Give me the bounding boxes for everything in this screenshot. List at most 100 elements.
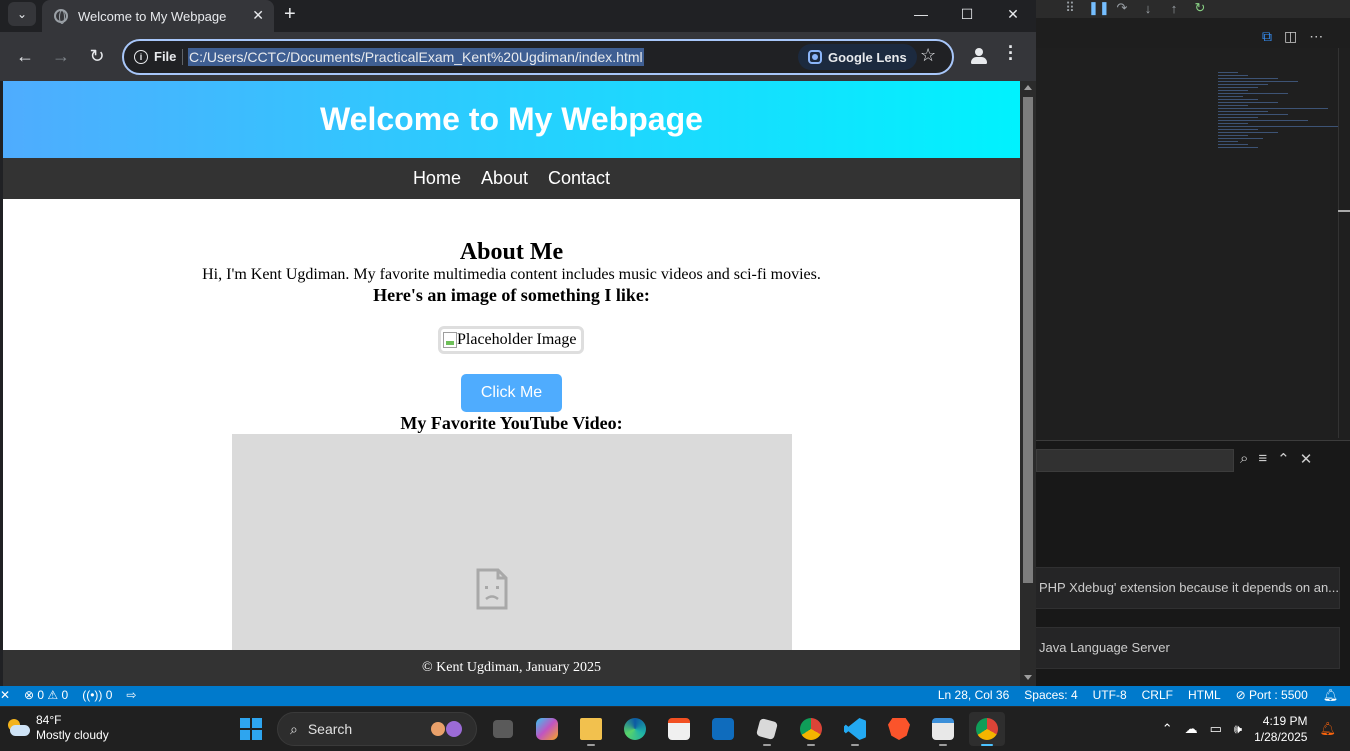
menu-kebab-icon[interactable]: · · · xyxy=(1008,38,1014,68)
scroll-up-arrow-icon[interactable] xyxy=(1024,85,1032,90)
port-label: Port : 5500 xyxy=(1249,688,1308,702)
click-me-button[interactable]: Click Me xyxy=(461,374,562,412)
display-icon[interactable]: ▭ xyxy=(1210,721,1222,737)
live-share-icon[interactable]: ⇨ xyxy=(126,688,136,702)
sad-document-icon xyxy=(476,568,508,610)
panel-actions: ⌕ ≡ ⌃ ✕ xyxy=(1240,450,1312,468)
scheme-label: File xyxy=(154,49,177,64)
weather-condition: Mostly cloudy xyxy=(36,728,109,742)
date: 1/28/2025 xyxy=(1254,730,1308,744)
split-editor-icon[interactable]: ◫ xyxy=(1284,28,1297,45)
drag-handle-icon[interactable]: ⠿ xyxy=(1062,0,1078,16)
error-count: 0 xyxy=(37,688,45,702)
cloudy-weather-icon xyxy=(6,719,30,737)
volume-icon[interactable]: 🕪︎ xyxy=(1234,721,1242,737)
more-actions-icon[interactable]: ⋯ xyxy=(1309,28,1323,45)
close-tab-icon[interactable]: ✕ xyxy=(252,7,264,24)
microsoft-store-icon[interactable] xyxy=(661,712,697,746)
problems-indicator[interactable]: ⊗ 0 ⚠ 0 xyxy=(24,688,68,702)
remote-icon[interactable]: ✕ xyxy=(0,688,10,702)
step-into-icon[interactable]: ↓ xyxy=(1140,1,1156,16)
maximize-icon[interactable]: ☐ xyxy=(944,0,990,28)
site-info-chip[interactable]: i File xyxy=(134,49,176,64)
chrome-icon[interactable] xyxy=(793,712,829,746)
back-arrow-icon[interactable]: ← xyxy=(13,45,37,67)
editor-scrollbar[interactable] xyxy=(1338,48,1350,438)
live-server-port[interactable]: ⊘ Port : 5500 xyxy=(1236,688,1308,702)
edge-icon[interactable] xyxy=(617,712,653,746)
roblox-icon[interactable] xyxy=(749,712,785,746)
tab-search-chevron-icon[interactable]: ⌄ xyxy=(8,2,36,26)
task-view-icon[interactable] xyxy=(485,712,521,746)
scroll-down-arrow-icon[interactable] xyxy=(1024,675,1032,680)
address-bar[interactable]: i File C:/Users/CCTC/Documents/Practical… xyxy=(122,39,954,75)
taskbar-search[interactable]: ⌕ Search xyxy=(277,712,477,746)
minimize-icon[interactable]: — xyxy=(898,0,944,28)
site-nav: Home About Contact xyxy=(3,158,1020,199)
nav-link-home[interactable]: Home xyxy=(413,168,461,189)
ports-indicator[interactable]: ((•)) 0 xyxy=(82,688,112,702)
notification-xdebug[interactable]: PHP Xdebug' extension because it depends… xyxy=(1030,567,1340,609)
scrollbar-thumb[interactable] xyxy=(1023,97,1033,583)
close-window-icon[interactable]: ✕ xyxy=(990,0,1036,28)
copilot-icon[interactable] xyxy=(529,712,565,746)
youtube-embed[interactable] xyxy=(232,434,792,650)
cursor-position[interactable]: Ln 28, Col 36 xyxy=(938,688,1009,702)
profile-avatar-icon[interactable] xyxy=(968,46,990,68)
video-heading: My Favorite YouTube Video: xyxy=(400,413,623,433)
about-paragraph: Hi, I'm Kent Ugdiman. My favorite multim… xyxy=(202,266,821,283)
search-highlight-icon xyxy=(431,721,462,737)
bookmark-star-icon[interactable]: ☆ xyxy=(920,45,936,66)
minimap[interactable] xyxy=(1218,72,1344,187)
forward-arrow-icon[interactable]: → xyxy=(49,45,73,67)
page-viewport: Welcome to My Webpage Home About Contact… xyxy=(3,81,1020,686)
close-icon[interactable]: ✕ xyxy=(1300,450,1313,468)
end-of-line[interactable]: CRLF xyxy=(1142,688,1173,702)
weather-widget[interactable]: 84°F Mostly cloudy xyxy=(6,713,109,743)
restart-icon[interactable]: ↻ xyxy=(1192,0,1208,16)
url-text[interactable]: C:/Users/CCTC/Documents/PracticalExam_Ke… xyxy=(188,48,644,66)
chrome-active-icon[interactable] xyxy=(969,712,1005,746)
ports-count: 0 xyxy=(105,688,113,702)
nav-link-about[interactable]: About xyxy=(481,168,528,189)
tab-title: Welcome to My Webpage xyxy=(78,8,227,24)
page-scrollbar[interactable] xyxy=(1020,81,1036,686)
step-over-icon[interactable]: ↷ xyxy=(1114,0,1130,16)
site-footer: © Kent Ugdiman, January 2025 xyxy=(3,650,1020,686)
compare-icon[interactable]: ⧉ xyxy=(1262,28,1272,45)
search-icon[interactable]: ⌕ xyxy=(1240,450,1248,468)
placeholder-image: Placeholder Image xyxy=(438,326,584,354)
nav-link-contact[interactable]: Contact xyxy=(548,168,610,189)
file-explorer-icon[interactable] xyxy=(573,712,609,746)
search-icon: ⌕ xyxy=(290,720,298,737)
debug-controls: ⠿ ❚❚ ↷ ↓ ↑ ↻ xyxy=(1062,0,1208,16)
chevron-up-icon[interactable]: ⌃ xyxy=(1162,721,1173,737)
reload-icon[interactable]: ↻ xyxy=(85,45,109,67)
clock[interactable]: 4:19 PM 1/28/2025 xyxy=(1254,713,1307,745)
warning-count: 0 xyxy=(61,688,69,702)
outlook-icon[interactable] xyxy=(705,712,741,746)
lens-label: Google Lens xyxy=(828,49,907,65)
vscode-icon[interactable] xyxy=(837,712,873,746)
panel-filter-input[interactable] xyxy=(1036,449,1234,472)
encoding[interactable]: UTF-8 xyxy=(1093,688,1127,702)
filter-list-icon[interactable]: ≡ xyxy=(1258,450,1267,468)
pause-icon[interactable]: ❚❚ xyxy=(1088,0,1110,16)
language-mode[interactable]: HTML xyxy=(1188,688,1221,702)
scroll-position-marker xyxy=(1338,210,1350,212)
new-tab-plus-icon[interactable]: + xyxy=(284,3,296,26)
browser-tab[interactable]: Welcome to My Webpage ✕ xyxy=(42,0,274,32)
brave-icon[interactable] xyxy=(881,712,917,746)
notepad-icon[interactable] xyxy=(925,712,961,746)
start-button[interactable] xyxy=(233,712,269,746)
indentation[interactable]: Spaces: 4 xyxy=(1024,688,1077,702)
chrome-window: ⌄ Welcome to My Webpage ✕ + — ☐ ✕ ← → ↻ … xyxy=(0,0,1036,686)
notification-bell-icon[interactable]: 🔔︎ xyxy=(1319,721,1336,737)
step-out-icon[interactable]: ↑ xyxy=(1166,1,1182,16)
chevron-up-icon[interactable]: ⌃ xyxy=(1277,450,1290,468)
google-lens-button[interactable]: Google Lens xyxy=(798,44,917,70)
image-alt-text: Placeholder Image xyxy=(457,331,577,348)
notifications-bell-icon[interactable]: 🔔︎ xyxy=(1323,688,1338,702)
notification-java-server[interactable]: Java Language Server xyxy=(1030,627,1340,669)
onedrive-icon[interactable]: ☁ xyxy=(1185,721,1198,737)
